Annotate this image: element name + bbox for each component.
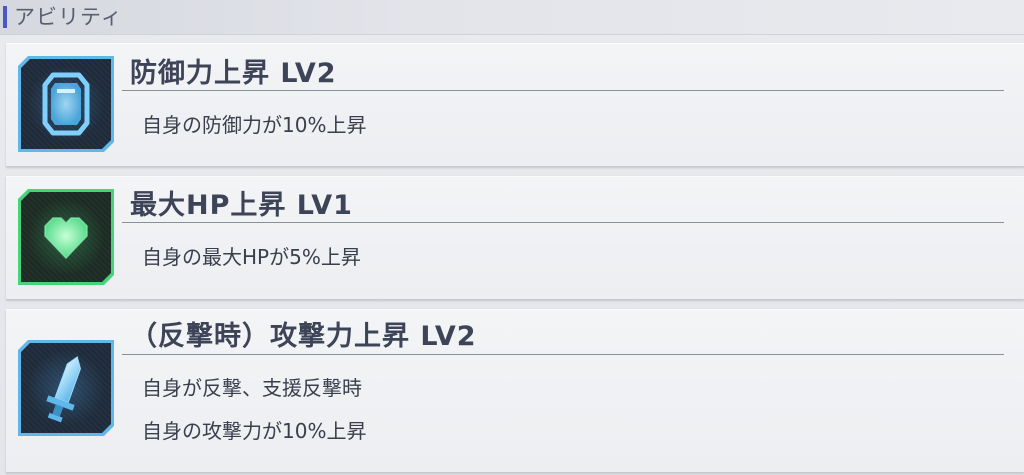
title-divider (122, 354, 1004, 355)
title-divider (122, 90, 1004, 91)
title-divider (122, 222, 1004, 223)
ability-header: アビリティ (0, 0, 1024, 35)
ability-description-line-2: 自身の攻撃力が10%上昇 (142, 419, 367, 443)
ability-title: 最大HP上昇 LV1 (130, 190, 353, 221)
ability-description: 自身の防御力が10%上昇 (142, 113, 367, 137)
header-title: アビリティ (14, 5, 123, 29)
ability-description: 自身の最大HPが5%上昇 (142, 245, 361, 269)
ability-icon-frame (18, 56, 114, 152)
ability-card-counter-attack[interactable]: （反撃時）攻撃力上昇 LV2 自身が反撃、支援反撃時 自身の攻撃力が10%上昇 (6, 309, 1024, 473)
ability-card-defense[interactable]: 防御力上昇 LV2 自身の防御力が10%上昇 (6, 43, 1024, 167)
ability-card-max-hp[interactable]: 最大HP上昇 LV1 自身の最大HPが5%上昇 (6, 176, 1024, 300)
ability-title: 防御力上昇 LV2 (130, 58, 337, 89)
ability-title: （反撃時）攻撃力上昇 LV2 (130, 321, 477, 352)
ability-icon-frame (18, 340, 114, 436)
shield-icon (21, 59, 111, 149)
header-accent-bar (3, 6, 7, 28)
ability-icon-frame (18, 189, 114, 285)
heart-icon (21, 192, 111, 282)
ability-description-line-1: 自身が反撃、支援反撃時 (142, 376, 362, 400)
sword-icon (21, 343, 111, 433)
